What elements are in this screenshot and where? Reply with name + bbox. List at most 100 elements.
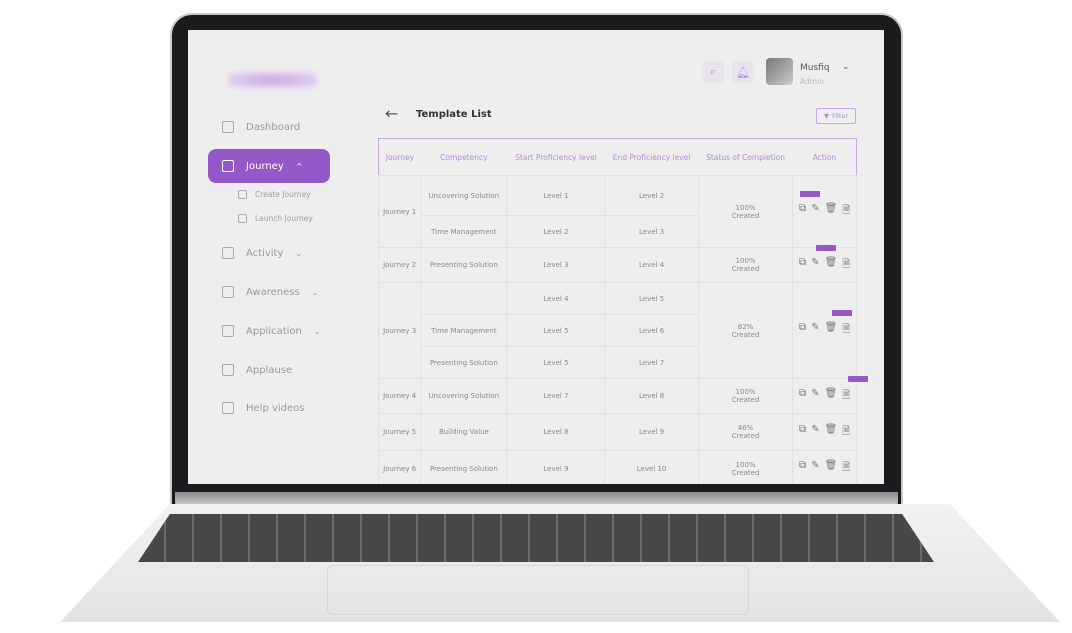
copy-icon[interactable]: ⧉ [799,424,806,441]
action-cell: ⧉ ✎ 🗑︎ 🗎 [792,244,857,283]
export-icon[interactable]: 🗎 [842,424,850,441]
ribbon-icon [222,286,234,298]
start-level-cell: Level 3 [506,247,606,283]
start-level-cell: Level 5 [506,314,606,347]
sidebar-item-journey[interactable]: Journey ^ [208,149,330,183]
end-level-cell: Level 6 [604,314,699,347]
table-row: Journey 5 Building Value Level 8 Level 9 46%… [377,413,857,451]
export-icon[interactable]: 🗎 [842,257,850,274]
table-row: Journey 2 Presenting Solution Level 3 Level… [377,244,857,283]
sidebar-item-help-videos[interactable]: Help videos [208,391,330,425]
start-level-cell: Level 7 [506,378,606,414]
sidebar-subitem-create-journey[interactable]: Create Journey [238,190,311,199]
pie-chart-icon [222,121,234,133]
start-level-cell: Level 4 [506,282,606,315]
status-cell: 100% Created [697,247,794,283]
clap-icon [222,364,234,376]
video-user-icon [222,402,234,414]
delete-icon[interactable]: 🗑︎ [825,460,838,477]
copy-icon[interactable]: ⧉ [799,322,806,339]
action-cell: ⧉ ✎ 🗑︎ 🗎 [792,450,857,484]
filter-button[interactable]: ▼ Filter [816,108,856,124]
journey-cell: Journey 4 [377,378,422,414]
edit-icon[interactable]: ✎ [811,388,819,405]
journey-cell: Journey 5 [377,413,422,451]
copy-icon[interactable]: ⧉ [799,460,806,477]
sidebar-subitem-launch-journey[interactable]: Launch Journey [238,214,313,223]
avatar[interactable] [766,58,793,85]
column-header: Start Proficiency level [515,152,597,162]
competency-cell: Presenting Solution [420,247,508,283]
main-panel: ← Template List ▼ Filter Journey Competenc… [363,88,875,484]
delete-icon[interactable]: 🗑︎ [825,424,838,441]
end-level-cell: Level 2 [604,175,699,216]
competency-cell: Presenting Solution [420,346,508,379]
action-tooltip [832,310,853,316]
journey-cell: Journey 1 [377,175,422,248]
end-level-cell: Level 5 [604,282,699,315]
table-row: Journey 3 Level 4 Level 5 82% Created ⧉ ✎ 🗑︎ 🗎 [377,282,857,379]
journey-cell: Journey 3 [377,282,422,379]
logo [228,72,318,88]
competency-cell: Time Management [420,314,508,347]
status-cell: 82% Created [697,282,794,379]
sidebar-item-awareness[interactable]: Awareness ⌄ [208,275,330,309]
copy-icon[interactable]: ⧉ [799,388,806,405]
action-tooltip [800,191,821,197]
export-icon[interactable]: 🗎 [842,460,850,477]
search-icon: ⌕ [709,65,717,78]
export-icon[interactable]: 🗎 [842,203,850,220]
competency-cell: Building Value [420,413,508,451]
chevron-down-icon: ⌄ [311,287,319,297]
edit-icon[interactable]: ✎ [811,203,819,220]
status-cell: 100% Created [697,450,794,484]
export-icon[interactable]: 🗎 [842,322,850,339]
chevron-up-icon: ^ [295,161,303,171]
column-header: Journey [385,152,415,162]
action-tooltip [848,375,869,382]
search-button[interactable]: ⌕ [702,61,724,83]
template-table: Journey Competency Start Proficiency level… [377,138,869,484]
document-icon [222,325,234,337]
screen: Dashboard Journey ^ Create Journey Launc… [188,30,884,484]
sidebar-item-dashboard[interactable]: Dashboard [208,110,330,144]
edit-icon[interactable]: ✎ [811,424,819,441]
start-level-cell: Level 1 [506,175,606,216]
column-header: End Proficiency level [612,152,691,162]
delete-icon[interactable]: 🗑︎ [825,203,838,220]
user-role: Admin [800,77,824,86]
edit-icon[interactable]: ✎ [811,460,819,477]
page-title: Template List [416,109,492,120]
delete-icon[interactable]: 🗑︎ [825,322,838,339]
back-arrow-icon[interactable]: ← [385,104,398,123]
trackpad [327,565,749,615]
sidebar-item-applause[interactable]: Applause [208,353,330,387]
delete-icon[interactable]: 🗑︎ [825,388,838,405]
end-level-cell: Level 10 [604,450,699,484]
sidebar-item-application[interactable]: Application ⌄ [208,314,330,348]
competency-cell: Presenting Solution [420,450,508,484]
end-level-cell: Level 7 [604,346,699,379]
start-level-cell: Level 8 [506,413,606,451]
end-level-cell: Level 3 [604,215,699,248]
edit-icon[interactable]: ✎ [811,257,819,274]
journey-icon [222,160,234,172]
user-menu-chevron-icon[interactable]: ⌄ [842,62,850,72]
start-level-cell: Level 9 [506,450,606,484]
copy-icon[interactable]: ⧉ [799,257,806,274]
delete-icon[interactable]: 🗑︎ [825,257,838,274]
bell-icon: 🔔︎ [736,65,750,79]
edit-icon[interactable]: ✎ [811,322,819,339]
copy-icon[interactable]: ⧉ [799,203,806,220]
end-level-cell: Level 9 [604,413,699,451]
filter-icon: ▼ [823,112,829,120]
sidebar-item-activity[interactable]: Activity ⌄ [208,236,330,270]
start-level-cell: Level 2 [506,215,606,248]
status-cell: 46% Created [697,413,794,451]
action-cell: ⧉ ✎ 🗑︎ 🗎 [792,175,857,248]
edit-icon [238,190,247,199]
layout-icon [222,247,234,259]
notification-button[interactable]: 🔔︎ [732,61,754,83]
export-icon[interactable]: 🗎 [842,388,850,405]
competency-cell: Uncovering Solution [420,175,508,216]
